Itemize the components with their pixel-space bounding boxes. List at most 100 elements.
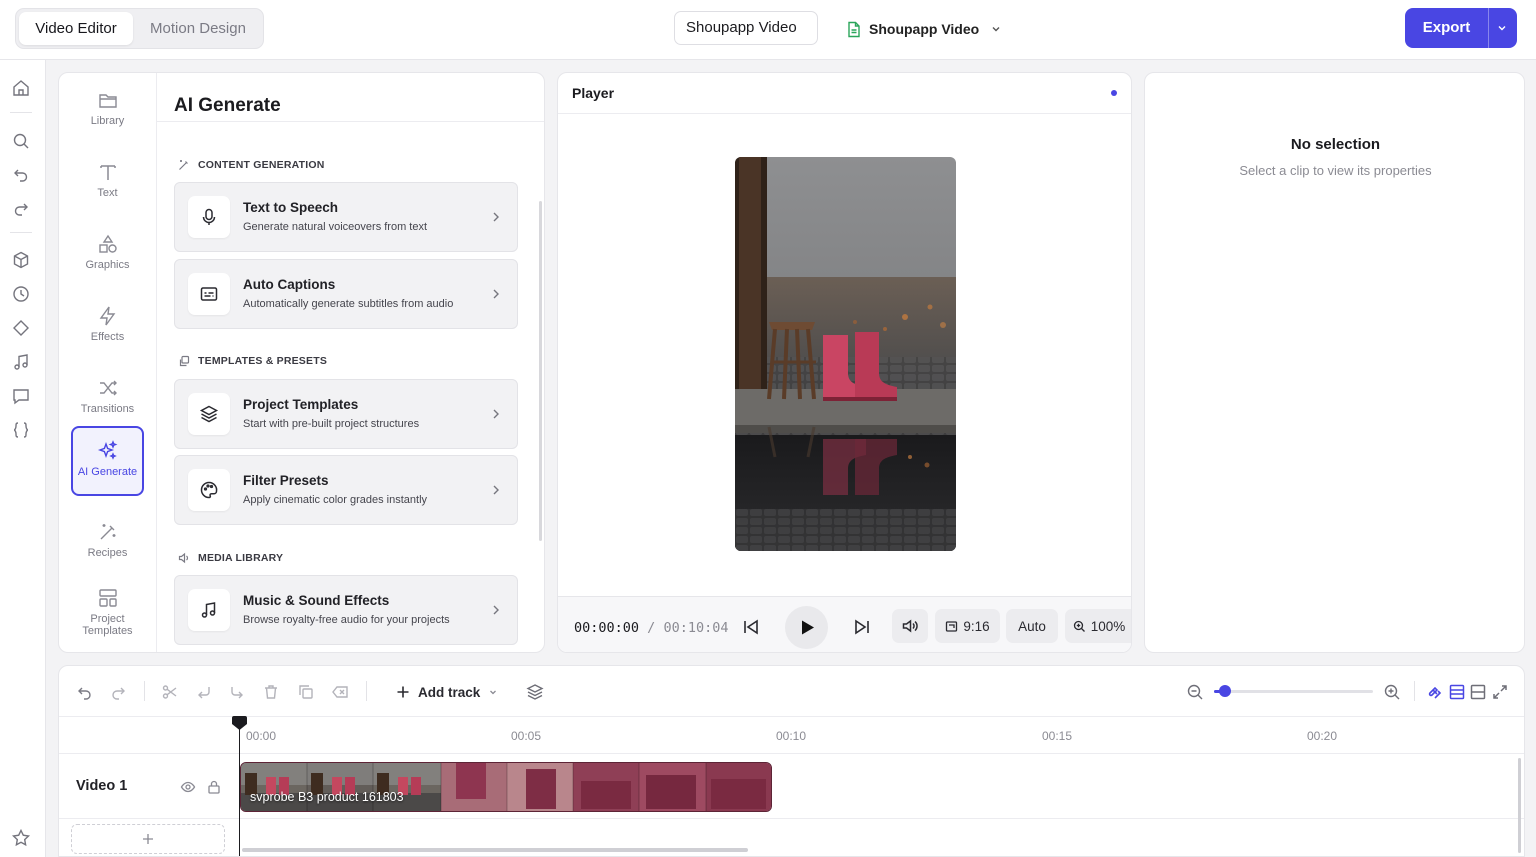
folder-icon [97, 89, 119, 111]
home-icon[interactable] [11, 78, 31, 98]
text-icon [97, 161, 119, 183]
volume-button[interactable] [892, 609, 928, 643]
card-title: Auto Captions [243, 277, 336, 292]
add-track-button[interactable]: Add track [396, 681, 498, 703]
card-description: Apply cinematic color grades instantly [243, 494, 428, 506]
category-label: AI Generate [77, 466, 138, 478]
plus-icon [143, 834, 153, 844]
total-time: 00:10:04 [663, 620, 729, 636]
clear-icon[interactable] [331, 683, 349, 701]
zoom-slider-track[interactable] [1214, 690, 1373, 693]
layout-icon [97, 587, 119, 609]
ruler-tick: 00:10 [776, 729, 807, 743]
section-content-generation: CONTENT GENERATION [178, 159, 325, 171]
eye-icon[interactable] [180, 779, 196, 795]
magnet-icon[interactable] [1426, 683, 1444, 701]
category-label: Text [97, 187, 118, 199]
playhead-line [239, 718, 240, 856]
zoom-slider-handle[interactable] [1219, 685, 1232, 697]
magic-wand-icon [97, 521, 119, 543]
panel-scrollbar[interactable] [539, 201, 542, 541]
plus-icon [396, 685, 410, 699]
export-options-chevron-icon[interactable] [1496, 22, 1508, 34]
track-view-icon[interactable] [1448, 683, 1466, 701]
duplicate-icon[interactable] [297, 683, 315, 701]
trash-icon[interactable] [262, 683, 280, 701]
vertical-scrollbar[interactable] [1518, 758, 1521, 853]
code-braces-icon[interactable] [11, 420, 31, 440]
category-graphics[interactable]: Graphics [71, 225, 144, 287]
status-indicator [1111, 90, 1117, 96]
timecode: 00:00:00 / 00:10:04 [574, 620, 728, 636]
split-view-icon[interactable] [1469, 683, 1487, 701]
divider [59, 753, 1524, 754]
category-project-templates[interactable]: Project Templates [71, 579, 144, 647]
card-title: Project Templates [243, 397, 359, 412]
skip-forward-icon[interactable] [853, 618, 871, 636]
chevron-right-icon [491, 484, 501, 496]
category-label: Project Templates [82, 613, 133, 637]
add-track-lane[interactable] [71, 824, 225, 854]
tab-video-editor[interactable]: Video Editor [19, 12, 133, 45]
rail-divider [10, 232, 32, 233]
video-clip[interactable]: svprobe B3 product 161803 [240, 762, 772, 812]
redo-icon[interactable] [11, 198, 31, 218]
speaker-icon [178, 552, 190, 564]
category-transitions[interactable]: Transitions [71, 369, 144, 431]
divider [59, 818, 1524, 819]
category-label: Graphics [85, 259, 130, 271]
aspect-ratio-button[interactable]: 9:16 [935, 609, 1000, 643]
card-description: Browse royalty-free audio for your proje… [243, 614, 450, 626]
search-icon[interactable] [11, 131, 31, 151]
project-selector[interactable]: Shoupapp Video [846, 18, 1002, 40]
card-project-templates[interactable]: Project Templates Start with pre-built p… [174, 379, 518, 449]
undo-icon[interactable] [11, 164, 31, 184]
tab-motion-design[interactable]: Motion Design [136, 12, 260, 45]
clock-icon[interactable] [11, 284, 31, 304]
divider [157, 121, 544, 122]
category-effects[interactable]: Effects [71, 297, 144, 359]
export-button[interactable]: Export [1405, 8, 1517, 48]
category-ai-generate[interactable]: AI Generate [71, 426, 144, 496]
card-auto-captions[interactable]: Auto Captions Automatically generate sub… [174, 259, 518, 329]
zoom-in-icon[interactable] [1383, 683, 1401, 701]
play-button[interactable] [785, 606, 828, 649]
split-left-icon[interactable] [195, 683, 213, 701]
export-label: Export [1422, 19, 1471, 36]
top-bar: Video Editor Motion Design Shoupapp Vide… [0, 0, 1536, 60]
split-right-icon[interactable] [228, 683, 246, 701]
zoom-out-icon[interactable] [1186, 683, 1204, 701]
chevron-down-icon [488, 687, 498, 697]
section-media-library: MEDIA LIBRARY [178, 552, 283, 564]
star-icon[interactable] [11, 828, 31, 848]
layers-icon[interactable] [526, 683, 544, 701]
cube-icon[interactable] [11, 250, 31, 270]
project-name-input[interactable]: Shoupapp Video [674, 11, 818, 45]
scissors-icon[interactable] [161, 683, 179, 701]
palette-icon [188, 469, 230, 511]
zoom-button[interactable]: 100% [1065, 609, 1131, 643]
category-list: Library Text Graphics Effects Transition… [59, 73, 157, 652]
category-library[interactable]: Library [71, 81, 144, 143]
card-filter-presets[interactable]: Filter Presets Apply cinematic color gra… [174, 455, 518, 525]
card-music-sound-effects[interactable]: Music & Sound Effects Browse royalty-fre… [174, 575, 518, 645]
playback-controls: 00:00:00 / 00:10:04 9:16 Auto 100% [558, 597, 1131, 652]
category-text[interactable]: Text [71, 153, 144, 215]
diamond-icon[interactable] [11, 318, 31, 338]
card-text-to-speech[interactable]: Text to Speech Generate natural voiceove… [174, 182, 518, 252]
toolbar-divider [1414, 681, 1415, 701]
category-recipes[interactable]: Recipes [71, 513, 144, 575]
video-preview[interactable] [735, 157, 956, 551]
music-icon[interactable] [11, 352, 31, 372]
skip-back-icon[interactable] [742, 618, 760, 636]
redo-icon[interactable] [109, 683, 127, 701]
comment-icon[interactable] [11, 386, 31, 406]
undo-icon[interactable] [76, 683, 94, 701]
zoom-icon [1073, 620, 1086, 633]
bolt-icon [97, 305, 119, 327]
captions-icon [188, 273, 230, 315]
horizontal-scrollbar[interactable] [242, 848, 748, 852]
quality-button[interactable]: Auto [1006, 609, 1058, 643]
lock-icon[interactable] [207, 779, 221, 795]
expand-icon[interactable] [1491, 683, 1509, 701]
